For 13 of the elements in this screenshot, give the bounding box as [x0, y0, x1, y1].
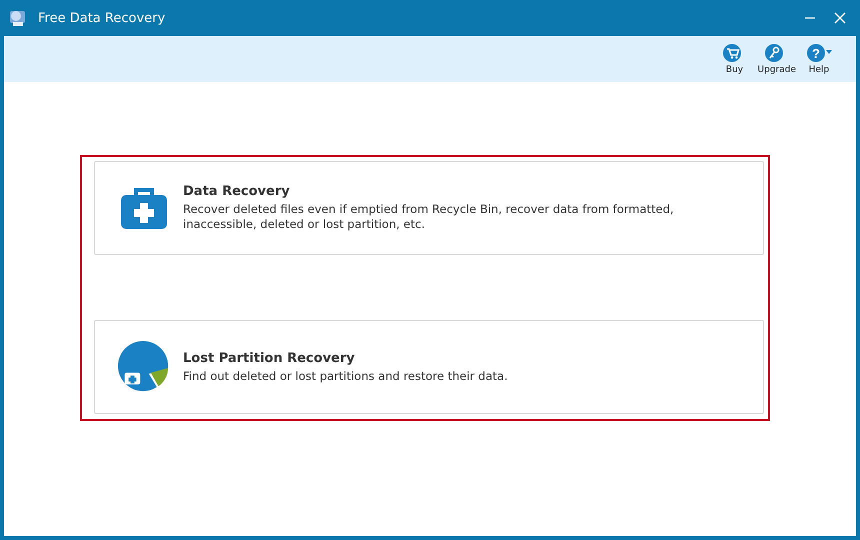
close-icon[interactable]	[834, 12, 846, 24]
help-button[interactable]: ? Help	[804, 43, 834, 75]
recovery-option-card[interactable]: Data Recovery Recover deleted files even if emptied from Recycle Bin, recover data from formatted, inaccessible, deleted or lost partition, etc.	[94, 161, 764, 255]
recovery-option-card[interactable]: Lost Partition Recovery Find out deleted or lost partitions and restore their data.	[94, 320, 764, 414]
buy-button[interactable]: Buy	[720, 43, 750, 75]
window-title: Free Data Recovery	[38, 10, 166, 26]
upgrade-button[interactable]: Upgrade	[756, 43, 798, 75]
option-title: Data Recovery	[183, 184, 291, 199]
option-title: Lost Partition Recovery	[183, 350, 356, 366]
pie-chart-kit-icon	[117, 340, 171, 394]
option-description: Recover deleted files even if emptied from Recycle Bin, recover data from formatted, inaccessible, deleted or lost partition, etc.	[183, 202, 675, 232]
option-description: Find out deleted or lost partitions and restore their data.	[183, 368, 508, 384]
app-logo-icon	[8, 8, 28, 28]
